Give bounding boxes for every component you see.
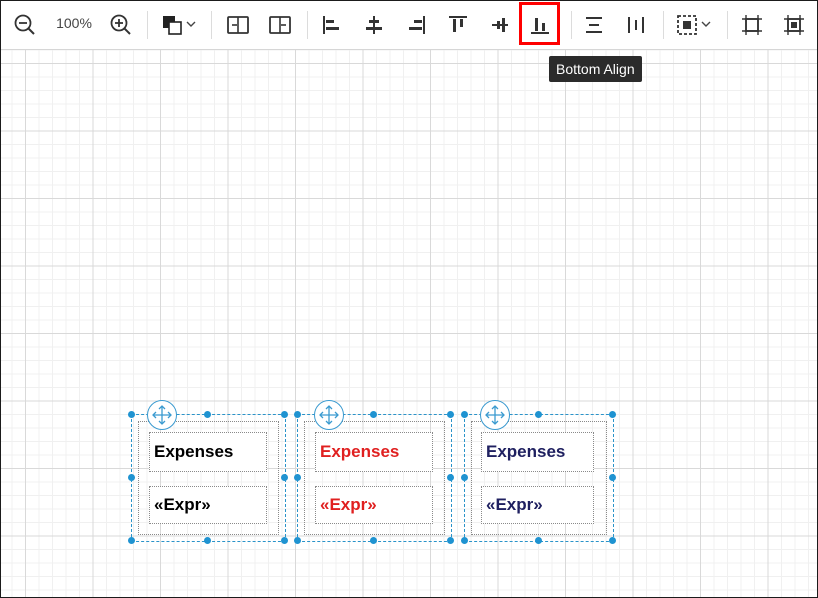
- align-top-icon: [449, 16, 467, 32]
- resize-handle[interactable]: [461, 411, 468, 418]
- right-align-button[interactable]: [399, 8, 433, 42]
- resize-handle[interactable]: [461, 474, 468, 481]
- insert-left-button[interactable]: [221, 8, 255, 42]
- zoom-in-icon: [110, 14, 131, 35]
- expression-cell[interactable]: «Expr»: [315, 486, 433, 524]
- toolbar: 100%: [1, 1, 817, 50]
- fit-button[interactable]: [777, 8, 811, 42]
- move-handle[interactable]: [147, 400, 177, 430]
- fill-color-icon: [163, 16, 196, 35]
- resize-handle[interactable]: [294, 537, 301, 544]
- resize-handle[interactable]: [128, 411, 135, 418]
- resize-handle[interactable]: [281, 537, 288, 544]
- cell-expression: «Expr»: [486, 495, 543, 514]
- resize-handle[interactable]: [447, 411, 454, 418]
- middle-align-button[interactable]: [483, 8, 517, 42]
- insert-right-icon: [269, 16, 291, 34]
- resize-handle[interactable]: [447, 474, 454, 481]
- cell-text: Expenses: [154, 442, 234, 461]
- insert-right-button[interactable]: [263, 8, 297, 42]
- crop-button[interactable]: [735, 8, 769, 42]
- distribute-vertical-button[interactable]: [619, 8, 653, 42]
- resize-handle[interactable]: [281, 474, 288, 481]
- move-icon: [152, 405, 172, 425]
- designer-window: 100% Expenses «Expr» Expenses «Expr» Exp…: [0, 0, 818, 598]
- resize-handle[interactable]: [447, 537, 454, 544]
- design-canvas[interactable]: Expenses «Expr» Expenses «Expr» Expenses…: [1, 50, 817, 597]
- select-dropdown[interactable]: [673, 8, 717, 42]
- active-button-highlight: [519, 2, 560, 45]
- distribute-vertical-icon: [628, 17, 644, 33]
- resize-handle[interactable]: [128, 474, 135, 481]
- zoom-out-icon: [14, 14, 35, 35]
- text-cell[interactable]: Expenses: [315, 432, 433, 472]
- resize-handle[interactable]: [535, 411, 542, 418]
- zoom-out-button[interactable]: [8, 8, 42, 42]
- toolbar-separator: [663, 11, 664, 39]
- resize-handle[interactable]: [609, 537, 616, 544]
- tooltip: Bottom Align: [549, 56, 642, 82]
- text-cell[interactable]: Expenses: [149, 432, 267, 472]
- resize-handle[interactable]: [461, 537, 468, 544]
- distribute-horizontal-icon: [586, 17, 602, 33]
- move-handle[interactable]: [480, 400, 510, 430]
- expression-cell[interactable]: «Expr»: [149, 486, 267, 524]
- resize-handle[interactable]: [609, 474, 616, 481]
- zoom-in-button[interactable]: [104, 8, 138, 42]
- expression-cell[interactable]: «Expr»: [481, 486, 594, 524]
- toolbar-separator: [147, 11, 148, 39]
- align-middle-icon: [492, 18, 508, 32]
- insert-left-icon: [227, 16, 249, 34]
- distribute-horizontal-button[interactable]: [577, 8, 611, 42]
- move-icon: [319, 405, 339, 425]
- text-cell[interactable]: Expenses: [481, 432, 594, 472]
- resize-handle[interactable]: [281, 411, 288, 418]
- toolbar-separator: [307, 11, 308, 39]
- cell-expression: «Expr»: [154, 495, 211, 514]
- resize-handle[interactable]: [294, 474, 301, 481]
- align-center-icon: [366, 16, 382, 34]
- move-handle[interactable]: [314, 400, 344, 430]
- fill-color-dropdown[interactable]: [159, 8, 201, 42]
- cell-text: Expenses: [320, 442, 400, 461]
- move-icon: [485, 405, 505, 425]
- resize-handle[interactable]: [370, 537, 377, 544]
- resize-handle[interactable]: [128, 537, 135, 544]
- zoom-level: 100%: [56, 15, 92, 31]
- resize-handle[interactable]: [370, 411, 377, 418]
- select-icon: [677, 15, 711, 35]
- resize-handle[interactable]: [609, 411, 616, 418]
- toolbar-separator: [727, 11, 728, 39]
- resize-handle[interactable]: [204, 537, 211, 544]
- align-left-icon: [323, 16, 339, 34]
- crop-icon: [742, 15, 762, 35]
- fit-icon: [784, 15, 804, 35]
- toolbar-separator: [571, 11, 572, 39]
- cell-expression: «Expr»: [320, 495, 377, 514]
- toolbar-separator: [211, 11, 212, 39]
- cell-text: Expenses: [486, 442, 566, 461]
- resize-handle[interactable]: [204, 411, 211, 418]
- align-right-icon: [409, 16, 425, 34]
- resize-handle[interactable]: [535, 537, 542, 544]
- center-align-button[interactable]: [357, 8, 391, 42]
- resize-handle[interactable]: [294, 411, 301, 418]
- top-align-button[interactable]: [441, 8, 475, 42]
- left-align-button[interactable]: [315, 8, 349, 42]
